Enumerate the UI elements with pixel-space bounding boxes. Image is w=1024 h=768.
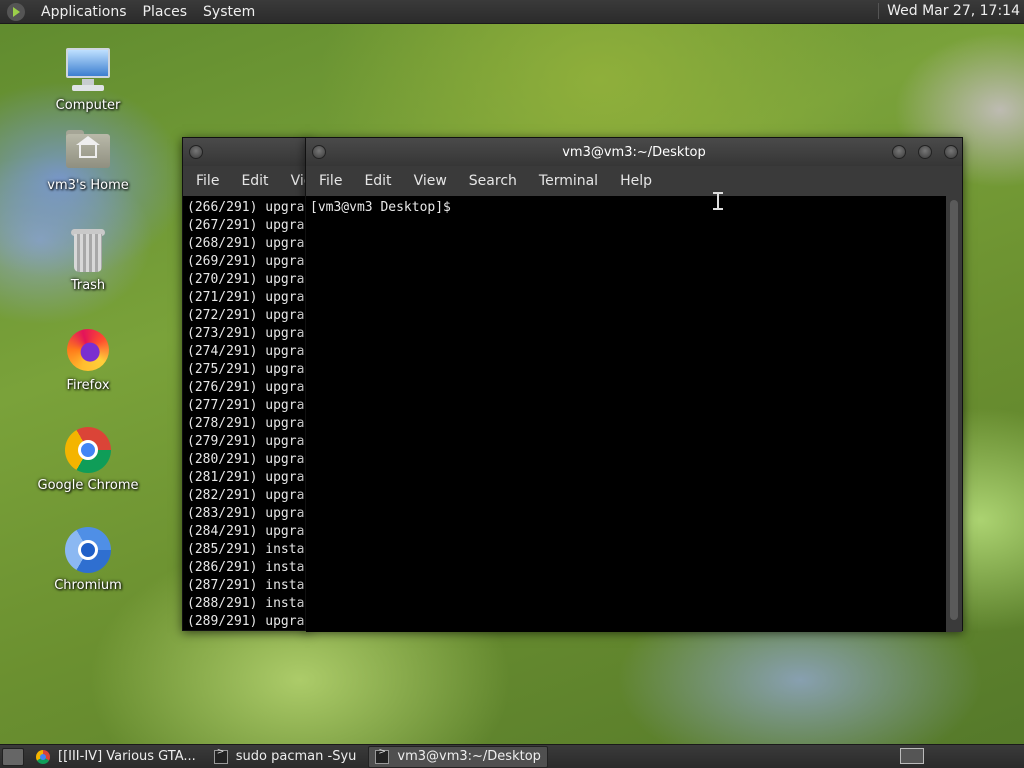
terminal-window-desktop[interactable]: vm3@vm3:~/Desktop File Edit View Search …: [305, 137, 963, 632]
chromium-icon: [64, 526, 112, 574]
desktop-icon-label: vm3's Home: [47, 178, 129, 193]
terminal-icon: [375, 747, 390, 764]
distro-logo-icon[interactable]: [7, 2, 25, 21]
desktop-icon-label: Computer: [55, 98, 121, 113]
taskbar-item-desktop-terminal[interactable]: vm3@vm3:~/Desktop: [368, 745, 548, 768]
terminal-line: (272/291) upgra: [187, 308, 305, 323]
google-chrome-icon: [64, 426, 112, 474]
home-folder-icon: [64, 126, 112, 174]
terminal-line: (267/291) upgra: [187, 218, 305, 233]
terminal-line: (268/291) upgra: [187, 236, 305, 251]
terminal-icon: [213, 747, 228, 764]
terminal-line: (269/291) upgra: [187, 254, 305, 269]
menu-edit[interactable]: Edit: [353, 173, 402, 189]
terminal-line: (266/291) upgra: [187, 200, 305, 215]
terminal-line: (288/291) insta: [187, 596, 305, 611]
menu-help[interactable]: Help: [609, 173, 663, 189]
desktop-icon-label: Chromium: [54, 578, 122, 593]
desktop-icon-trash[interactable]: Trash: [28, 226, 148, 293]
top-panel: Applications Places System Wed Mar 27, 1…: [0, 0, 1024, 24]
desktop-icon-firefox[interactable]: Firefox: [28, 326, 148, 393]
workspace-switcher[interactable]: [900, 748, 924, 764]
desktop-icon-label: Google Chrome: [37, 478, 139, 493]
maximize-button[interactable]: [918, 145, 932, 159]
show-desktop-icon[interactable]: [2, 747, 24, 766]
taskbar-item-label: vm3@vm3:~/Desktop: [397, 749, 541, 764]
computer-icon: [64, 46, 112, 94]
taskbar-item-label: sudo pacman -Syu: [235, 749, 357, 764]
terminal-line: (280/291) upgra: [187, 452, 305, 467]
terminal-menubar: File Edit View: [183, 166, 309, 196]
terminal-line: (285/291) insta: [187, 542, 305, 557]
menu-search[interactable]: Search: [458, 173, 528, 189]
menu-view[interactable]: View: [403, 173, 458, 189]
terminal-output[interactable]: [vm3@vm3 Desktop]$: [306, 196, 948, 632]
desktop-icon-label: Trash: [70, 278, 106, 293]
desktop-icon-chromium[interactable]: Chromium: [28, 526, 148, 593]
firefox-icon: [64, 326, 112, 374]
terminal-scrollbar[interactable]: [946, 196, 962, 632]
terminal-line: (287/291) insta: [187, 578, 305, 593]
panel-clock[interactable]: Wed Mar 27, 17:14: [878, 3, 1020, 19]
terminal-line: (275/291) upgra: [187, 362, 305, 377]
desktop-icon-computer[interactable]: Computer: [28, 46, 148, 113]
menu-edit[interactable]: Edit: [230, 173, 279, 189]
menu-file[interactable]: File: [308, 173, 353, 189]
terminal-line: (270/291) upgra: [187, 272, 305, 287]
taskbar-item-pacman[interactable]: sudo pacman -Syu: [208, 746, 363, 768]
taskbar-item-chrome[interactable]: [[III-IV] Various GTA...: [30, 746, 202, 768]
terminal-line: (286/291) insta: [187, 560, 305, 575]
terminal-menubar: File Edit View Search Terminal Help: [306, 166, 962, 196]
scrollbar-thumb[interactable]: [950, 200, 958, 620]
minimize-button[interactable]: [892, 145, 906, 159]
menu-applications[interactable]: Applications: [33, 4, 135, 20]
menu-terminal[interactable]: Terminal: [528, 173, 609, 189]
chrome-icon: [36, 749, 50, 764]
trash-icon: [64, 226, 112, 274]
terminal-line: (282/291) upgra: [187, 488, 305, 503]
terminal-line: (279/291) upgra: [187, 434, 305, 449]
terminal-output[interactable]: (266/291) upgra (267/291) upgra (268/291) …: [183, 196, 309, 630]
window-title: vm3@vm3:~/Desktop: [562, 145, 706, 160]
terminal-line: (276/291) upgra: [187, 380, 305, 395]
terminal-line: (273/291) upgra: [187, 326, 305, 341]
terminal-line: (271/291) upgra: [187, 290, 305, 305]
taskbar-item-label: [[III-IV] Various GTA...: [58, 749, 196, 764]
text-cursor-icon: [713, 192, 723, 210]
terminal-line: (281/291) upgra: [187, 470, 305, 485]
terminal-window-pacman[interactable]: File Edit View (266/291) upgra (267/291) …: [182, 137, 310, 631]
menu-places[interactable]: Places: [135, 4, 196, 20]
terminal-line: (284/291) upgra: [187, 524, 305, 539]
menu-file[interactable]: File: [185, 173, 230, 189]
bottom-panel: [[III-IV] Various GTA... sudo pacman -Sy…: [0, 744, 1024, 768]
menu-system[interactable]: System: [195, 4, 263, 20]
window-titlebar[interactable]: [183, 138, 309, 166]
terminal-line: (274/291) upgra: [187, 344, 305, 359]
terminal-line: (277/291) upgra: [187, 398, 305, 413]
window-titlebar[interactable]: vm3@vm3:~/Desktop: [306, 138, 962, 166]
close-button[interactable]: [944, 145, 958, 159]
terminal-line: (283/291) upgra: [187, 506, 305, 521]
shell-prompt: [vm3@vm3 Desktop]$: [310, 200, 451, 215]
terminal-line: (278/291) upgra: [187, 416, 305, 431]
window-menu-button[interactable]: [189, 145, 203, 159]
desktop-icon-label: Firefox: [66, 378, 110, 393]
desktop-icon-google-chrome[interactable]: Google Chrome: [28, 426, 148, 493]
desktop-icon-home[interactable]: vm3's Home: [28, 126, 148, 193]
terminal-line: (289/291) upgra: [187, 614, 305, 629]
